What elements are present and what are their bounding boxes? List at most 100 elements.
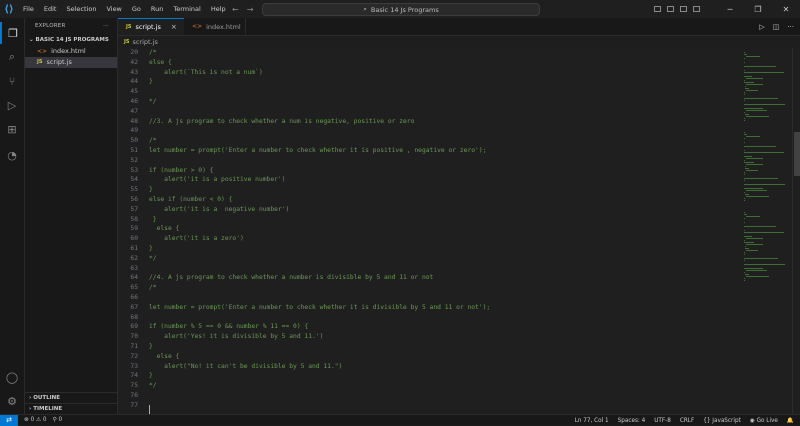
extensions-icon[interactable]: ⊞	[0, 118, 24, 140]
run-debug-icon[interactable]: ▷	[0, 94, 24, 116]
code-line[interactable]: 47	[118, 107, 738, 117]
code-line[interactable]: 46*/	[118, 97, 738, 107]
notifications-bell-icon[interactable]: 🔔	[787, 418, 794, 424]
split-editor-icon[interactable]: ◫	[773, 23, 780, 31]
toggle-panel-icon[interactable]	[667, 6, 674, 12]
account-icon[interactable]: ◯	[0, 366, 24, 388]
code-line[interactable]: 76	[118, 391, 738, 401]
code-line[interactable]: 49	[118, 126, 738, 136]
code-line[interactable]: 42else {	[118, 58, 738, 68]
outline-section[interactable]: › OUTLINE	[25, 392, 117, 403]
line-number: 52	[118, 156, 138, 166]
line-number: 42	[118, 58, 138, 68]
code-line[interactable]: 50/*	[118, 136, 738, 146]
run-file-icon[interactable]: ▷	[759, 23, 764, 31]
menu-terminal[interactable]: Terminal	[168, 0, 205, 18]
line-number: 77	[118, 401, 138, 411]
menu-help[interactable]: Help	[206, 0, 231, 18]
code-line[interactable]: 48//3. A js program to check whether a n…	[118, 117, 738, 127]
code-line[interactable]: 72 else {	[118, 352, 738, 362]
code-line[interactable]: 61}	[118, 244, 738, 254]
tab-script-js[interactable]: JS script.js ×	[118, 18, 184, 35]
code-line[interactable]: 44}	[118, 77, 738, 87]
code-line[interactable]: 64//4. A js program to check whether a n…	[118, 273, 738, 283]
code-line[interactable]: 56else if (number < 0) {	[118, 195, 738, 205]
code-line[interactable]: 74}	[118, 371, 738, 381]
code-line[interactable]: 57 alert('it is a negative number')	[118, 205, 738, 215]
source-control-icon[interactable]: ⑂	[0, 70, 24, 92]
code-line[interactable]: 43 alert(`This is not a num`)	[118, 68, 738, 78]
minimap-line	[745, 114, 749, 115]
code-line[interactable]: 55}	[118, 185, 738, 195]
menu-edit[interactable]: Edit	[39, 0, 62, 18]
code-line[interactable]: 62*/	[118, 254, 738, 264]
code-line[interactable]: 58 }	[118, 215, 738, 225]
menu-file[interactable]: File	[18, 0, 39, 18]
close-window-icon[interactable]: ✕	[772, 5, 800, 14]
code-line[interactable]: 60 alert('it is a zero')	[118, 234, 738, 244]
menu-go[interactable]: Go	[127, 0, 146, 18]
code-line[interactable]: 75*/	[118, 381, 738, 391]
problems-status[interactable]: ⊗ 0 ⚠ 0	[24, 417, 47, 423]
menu-view[interactable]: View	[101, 0, 126, 18]
encoding[interactable]: UTF-8	[654, 418, 671, 424]
end-of-line[interactable]: CRLF	[680, 418, 694, 424]
maximize-icon[interactable]: ❐	[744, 5, 772, 14]
customize-layout-icon[interactable]	[693, 6, 700, 12]
code-line[interactable]: 71}	[118, 342, 738, 352]
explorer-icon[interactable]: ❐	[0, 22, 24, 44]
minimap-line	[746, 216, 760, 217]
line-number: 55	[118, 185, 138, 195]
code-line[interactable]: 45	[118, 87, 738, 97]
go-live-button[interactable]: ◉ Go Live	[750, 418, 778, 424]
menu-run[interactable]: Run	[146, 0, 168, 18]
manage-gear-icon[interactable]: ⚙	[0, 390, 24, 412]
code-line[interactable]: 68	[118, 313, 738, 323]
code-line[interactable]: 51let number = prompt('Enter a number to…	[118, 146, 738, 156]
code-line[interactable]: 53if (number > 0) {	[118, 166, 738, 176]
code-line[interactable]: 67let number = prompt('Enter a number to…	[118, 303, 738, 313]
code-line[interactable]: 54 alert('it is a positive number')	[118, 175, 738, 185]
code-line[interactable]: 52	[118, 156, 738, 166]
remote-indicator-icon[interactable]: ⇄	[0, 415, 18, 426]
close-tab-icon[interactable]: ×	[171, 23, 177, 31]
line-text: }	[149, 244, 153, 254]
search-view-icon[interactable]: ⌕	[0, 46, 24, 68]
forward-arrow-icon[interactable]: →	[247, 5, 254, 14]
file-index-html[interactable]: <> index.html	[25, 46, 117, 57]
code-line[interactable]: 63	[118, 264, 738, 274]
vertical-scrollbar[interactable]	[792, 48, 800, 414]
language-mode[interactable]: {} JavaScript	[703, 418, 741, 424]
minimap[interactable]	[740, 48, 792, 414]
edge-devtools-icon[interactable]: ◔	[0, 144, 24, 166]
workspace-folder[interactable]: ⌄ BASIC 14 JS PROGRAMS	[25, 35, 117, 46]
more-actions-icon[interactable]: ···	[787, 23, 794, 31]
code-line[interactable]: 59 else {	[118, 224, 738, 234]
ports-status[interactable]: ⚲ 0	[53, 417, 63, 423]
tab-index-html[interactable]: <> index.html	[184, 18, 246, 35]
more-actions-icon[interactable]: ···	[103, 18, 109, 35]
code-line[interactable]: 66	[118, 293, 738, 303]
menu-selection[interactable]: Selection	[61, 0, 101, 18]
code-line[interactable]: 69if (number % 5 == 0 && number % 11 == …	[118, 322, 738, 332]
minimap-line	[746, 170, 757, 171]
code-line[interactable]: 70 alert('Yes! it is divisible by 5 and …	[118, 332, 738, 342]
code-line[interactable]: 73 alert("No! it can't be divisible by 5…	[118, 362, 738, 372]
cursor-position[interactable]: Ln 77, Col 1	[575, 418, 609, 424]
back-arrow-icon[interactable]: ←	[232, 5, 239, 14]
toggle-primary-sidebar-icon[interactable]	[654, 6, 661, 12]
code-line[interactable]: 65/*	[118, 283, 738, 293]
code-line[interactable]: 77	[118, 401, 738, 411]
minimize-icon[interactable]: ─	[716, 5, 744, 14]
toggle-secondary-sidebar-icon[interactable]	[680, 6, 687, 12]
line-number: 51	[118, 146, 138, 156]
indentation[interactable]: Spaces: 4	[618, 418, 646, 424]
file-script-js[interactable]: JS script.js	[25, 57, 117, 68]
scrollbar-thumb[interactable]	[794, 132, 800, 176]
code-editor[interactable]: 20/*42else {43 alert(`This is not a num`…	[118, 48, 738, 414]
command-center-search[interactable]: ⌕ Basic 14 Js Programs	[262, 3, 540, 16]
code-line[interactable]: 20/*	[118, 48, 738, 58]
status-left: ⊗ 0 ⚠ 0 ⚲ 0	[24, 417, 62, 423]
timeline-section[interactable]: › TIMELINE	[25, 403, 117, 414]
breadcrumb[interactable]: JS script.js	[118, 36, 158, 48]
